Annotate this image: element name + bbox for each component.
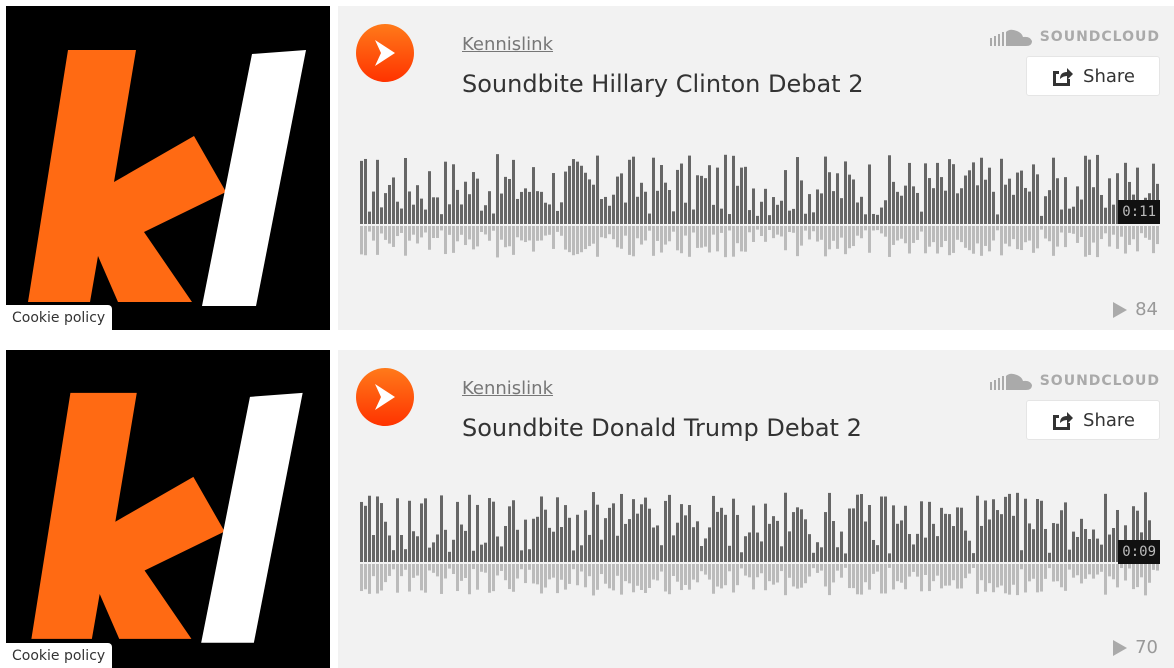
play-count: 70 <box>1113 637 1158 658</box>
duration: 0:11 <box>1118 200 1160 224</box>
cookie-policy-link[interactable]: Cookie policy <box>6 643 113 668</box>
uploader-link[interactable]: Kennislink <box>462 378 553 399</box>
soundcloud-logo-icon <box>989 29 1032 46</box>
player-panel: Kennislink Soundbite Donald Trump Debat … <box>338 350 1174 668</box>
soundcloud-label: SOUNDCLOUD <box>1039 373 1160 389</box>
cookie-policy-link[interactable]: Cookie policy <box>6 305 113 330</box>
play-icon <box>375 40 395 66</box>
kennislink-logo <box>31 392 303 643</box>
play-button[interactable] <box>356 368 414 426</box>
track-title[interactable]: Soundbite Donald Trump Debat 2 <box>462 414 862 442</box>
play-count-value: 70 <box>1135 637 1158 658</box>
soundcloud-label: SOUNDCLOUD <box>1039 29 1160 45</box>
duration: 0:09 <box>1118 540 1160 564</box>
track-title[interactable]: Soundbite Hillary Clinton Debat 2 <box>462 70 863 98</box>
play-count-value: 84 <box>1135 299 1158 320</box>
share-button[interactable]: Share <box>1026 400 1160 440</box>
share-icon <box>1053 68 1074 86</box>
share-label: Share <box>1083 65 1135 87</box>
share-button[interactable]: Share <box>1026 56 1160 96</box>
play-icon <box>375 384 395 410</box>
soundcloud-logo[interactable]: SOUNDCLOUD <box>989 372 1160 390</box>
plays-icon <box>1113 639 1128 656</box>
plays-icon <box>1113 301 1128 318</box>
artwork[interactable]: Cookie policy <box>6 6 330 330</box>
share-label: Share <box>1083 409 1135 431</box>
soundcloud-logo[interactable]: SOUNDCLOUD <box>989 28 1160 46</box>
artwork[interactable]: Cookie policy <box>6 350 330 668</box>
kennislink-logo <box>28 50 306 306</box>
waveform[interactable] <box>360 146 1160 266</box>
soundcloud-player-2: Cookie policy Kennislink Soundbite Donal… <box>0 346 1174 668</box>
soundcloud-player-1: Cookie policy Kennislink Soundbite Hilla… <box>0 0 1174 330</box>
soundcloud-logo-icon <box>989 373 1032 390</box>
play-count: 84 <box>1113 299 1158 320</box>
uploader-link[interactable]: Kennislink <box>462 34 553 55</box>
waveform[interactable] <box>360 484 1160 604</box>
share-icon <box>1053 412 1074 430</box>
player-panel: Kennislink Soundbite Hillary Clinton Deb… <box>338 6 1174 330</box>
play-button[interactable] <box>356 24 414 82</box>
